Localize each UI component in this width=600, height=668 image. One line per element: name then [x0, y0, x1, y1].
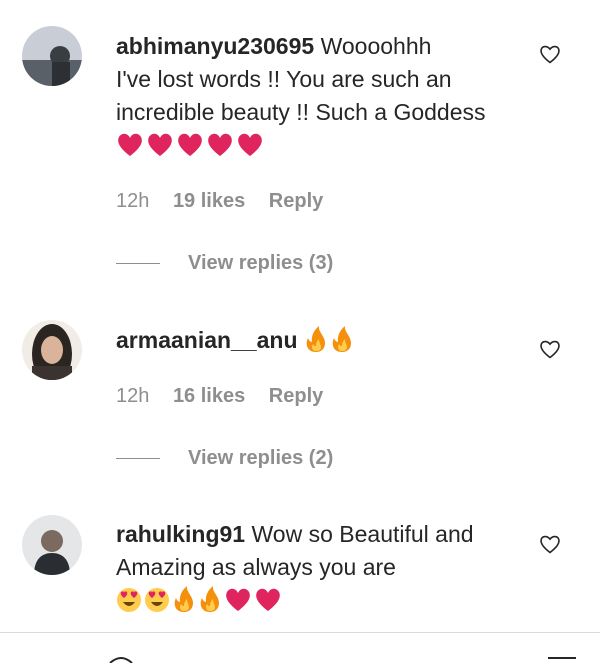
view-replies-label: View replies (2): [188, 447, 334, 469]
comment-username[interactable]: armaanian__anu: [116, 327, 298, 353]
red-heart-icon: [254, 587, 282, 622]
emoji-picker-icon[interactable]: [108, 650, 134, 664]
comment-bar-divider: [0, 632, 600, 633]
comment-username[interactable]: abhimanyu230695: [116, 33, 314, 59]
red-heart-icon: [176, 132, 204, 167]
comment-likes[interactable]: 19 likes: [173, 190, 245, 212]
comment-text: Woooohhh: [320, 33, 432, 59]
emoji-group: [116, 132, 266, 158]
comment-meta: 12h 16 likes Reply: [116, 385, 341, 408]
fire-icon: [304, 325, 328, 362]
heart-eyes-icon: [116, 587, 142, 622]
emoji-group: [304, 326, 356, 353]
fire-icon: [198, 585, 222, 622]
comment-time[interactable]: 12h: [116, 190, 149, 212]
heart-eyes-icon: [144, 587, 170, 622]
avatar[interactable]: [22, 515, 82, 575]
red-heart-icon: [146, 132, 174, 167]
comment-body: armaanian__anu: [116, 324, 516, 362]
avatar[interactable]: [22, 26, 82, 86]
comment-username[interactable]: rahulking91: [116, 521, 245, 547]
like-heart-icon[interactable]: [538, 42, 562, 66]
view-replies-button[interactable]: View replies (3): [116, 252, 333, 275]
comment-likes[interactable]: 16 likes: [173, 385, 245, 407]
view-replies-button[interactable]: View replies (2): [116, 447, 333, 470]
comment-time[interactable]: 12h: [116, 385, 149, 407]
replies-divider-line: [116, 458, 160, 460]
comment-text-continued: I've lost words !! You are such an incre…: [116, 66, 486, 125]
red-heart-icon: [236, 132, 264, 167]
fire-icon: [172, 585, 196, 622]
red-heart-icon: [116, 132, 144, 167]
like-heart-icon[interactable]: [538, 532, 562, 556]
comment-body: abhimanyu230695 Woooohhh I've lost words…: [116, 30, 516, 167]
red-heart-icon: [224, 587, 252, 622]
comment-body: rahulking91 Wow so Beautiful and Amazing…: [116, 518, 516, 622]
fire-icon: [330, 325, 354, 362]
emoji-group: [116, 586, 284, 613]
menu-icon[interactable]: [548, 650, 576, 659]
comment-meta: 12h 19 likes Reply: [116, 190, 341, 213]
replies-divider-line: [116, 263, 160, 265]
reply-button[interactable]: Reply: [269, 385, 323, 407]
view-replies-label: View replies (3): [188, 252, 334, 274]
like-heart-icon[interactable]: [538, 337, 562, 361]
reply-button[interactable]: Reply: [269, 190, 323, 212]
avatar[interactable]: [22, 320, 82, 380]
red-heart-icon: [206, 132, 234, 167]
